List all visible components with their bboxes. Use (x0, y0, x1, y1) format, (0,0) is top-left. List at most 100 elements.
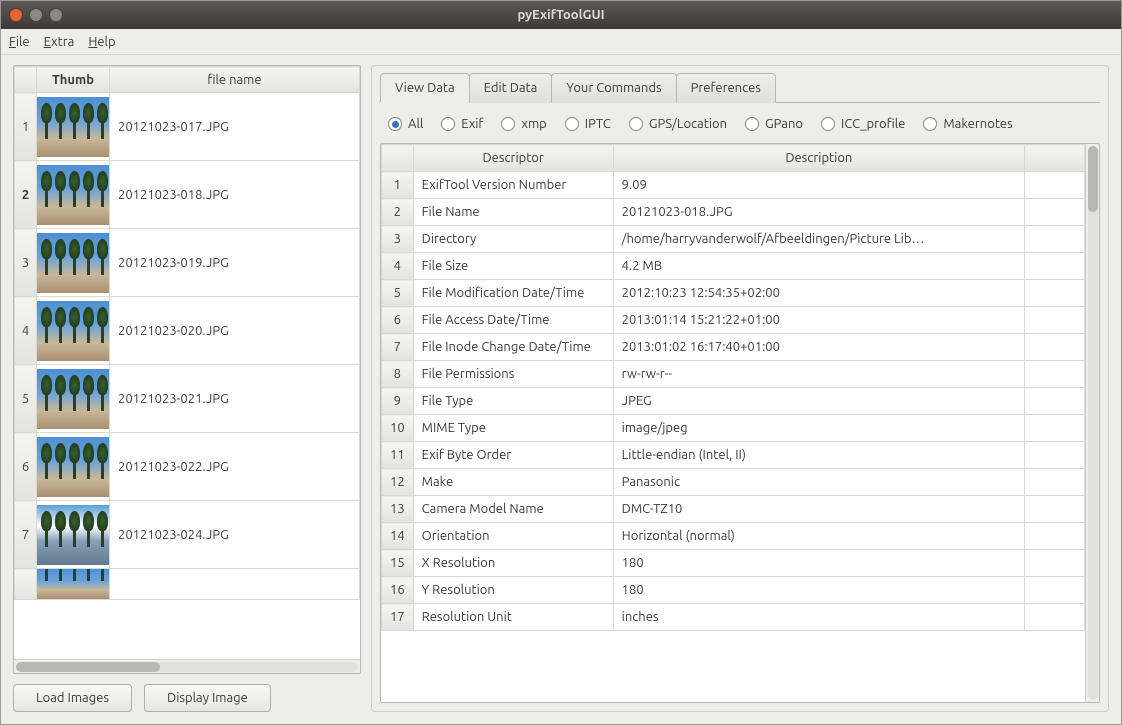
data-row-number: 13 (382, 496, 414, 523)
description-cell: 180 (613, 577, 1024, 604)
description-cell: Little-endian (Intel, II) (613, 442, 1024, 469)
data-row-number: 1 (382, 172, 414, 199)
data-row[interactable]: 7File Inode Change Date/Time2013:01:02 1… (382, 334, 1085, 361)
file-row[interactable]: 520121023-021.JPG (15, 365, 360, 433)
menu-file[interactable]: File (9, 35, 30, 49)
descriptor-cell: Make (413, 469, 613, 496)
descriptor-cell: Resolution Unit (413, 604, 613, 631)
tab-your-commands[interactable]: Your Commands (551, 73, 676, 103)
descriptor-cell: MIME Type (413, 415, 613, 442)
thumbnail-image (37, 97, 109, 157)
description-cell: 2013:01:02 16:17:40+01:00 (613, 334, 1024, 361)
titlebar: pyExifToolGUI (1, 1, 1121, 29)
data-row-number: 7 (382, 334, 414, 361)
file-header-filename[interactable]: file name (110, 67, 360, 93)
data-table-vscroll[interactable] (1085, 144, 1099, 702)
thumbnail-image (37, 369, 109, 429)
file-row[interactable] (15, 569, 360, 600)
data-row[interactable]: 11Exif Byte OrderLittle-endian (Intel, I… (382, 442, 1085, 469)
filter-makernotes[interactable]: Makernotes (923, 117, 1012, 131)
filter-exif[interactable]: Exif (441, 117, 483, 131)
data-row[interactable]: 17Resolution Unitinches (382, 604, 1085, 631)
radio-icon (388, 117, 402, 131)
tab-preferences[interactable]: Preferences (676, 73, 776, 103)
file-row-number: 3 (15, 229, 37, 297)
menu-extra[interactable]: Extra (44, 35, 75, 49)
filter-iptc[interactable]: IPTC (565, 117, 611, 131)
file-list-hscroll[interactable] (14, 659, 360, 673)
filter-icc-profile[interactable]: ICC_profile (821, 117, 905, 131)
file-row[interactable]: 120121023-017.JPG (15, 93, 360, 161)
file-list: Thumb file name 120121023-017.JPG2201210… (13, 65, 361, 674)
data-row[interactable]: 3Directory/home/harryvanderwolf/Afbeeldi… (382, 226, 1085, 253)
data-row[interactable]: 4File Size4.2 MB (382, 253, 1085, 280)
file-name-cell: 20121023-021.JPG (110, 365, 360, 433)
filter-label: GPano (765, 117, 803, 131)
radio-icon (821, 117, 835, 131)
filter-label: All (408, 117, 423, 131)
data-row[interactable]: 6File Access Date/Time2013:01:14 15:21:2… (382, 307, 1085, 334)
data-row-number: 12 (382, 469, 414, 496)
description-cell: DMC-TZ10 (613, 496, 1024, 523)
file-row[interactable]: 320121023-019.JPG (15, 229, 360, 297)
file-name-cell: 20121023-024.JPG (110, 501, 360, 569)
thumbnail-image (37, 165, 109, 225)
filter-radios: All Exif xmp IPTC GPS/Location GPano ICC_profi… (380, 113, 1100, 143)
descriptor-cell: File Name (413, 199, 613, 226)
data-row[interactable]: 16Y Resolution180 (382, 577, 1085, 604)
data-row[interactable]: 1ExifTool Version Number9.09 (382, 172, 1085, 199)
data-row-number: 2 (382, 199, 414, 226)
filter-xmp[interactable]: xmp (501, 117, 546, 131)
description-cell: /home/harryvanderwolf/Afbeeldingen/Pictu… (613, 226, 1024, 253)
thumbnail-image (37, 437, 109, 497)
data-row-number: 5 (382, 280, 414, 307)
tab-view-data[interactable]: View Data (380, 73, 470, 103)
data-row[interactable]: 8File Permissionsrw-rw-r-- (382, 361, 1085, 388)
filter-label: Exif (461, 117, 483, 131)
data-row-number: 16 (382, 577, 414, 604)
file-row[interactable]: 720121023-024.JPG (15, 501, 360, 569)
file-name-cell (110, 569, 360, 600)
data-header-spare (1025, 145, 1085, 172)
data-row[interactable]: 13Camera Model NameDMC-TZ10 (382, 496, 1085, 523)
data-row[interactable]: 12MakePanasonic (382, 469, 1085, 496)
descriptor-cell: Exif Byte Order (413, 442, 613, 469)
thumbnail-image (37, 569, 109, 599)
data-row-number: 14 (382, 523, 414, 550)
filter-gpano[interactable]: GPano (745, 117, 803, 131)
file-header-thumb[interactable]: Thumb (37, 67, 110, 93)
file-name-cell: 20121023-017.JPG (110, 93, 360, 161)
data-row[interactable]: 10MIME Typeimage/jpeg (382, 415, 1085, 442)
tab-edit-data[interactable]: Edit Data (469, 73, 553, 103)
file-row-number (15, 569, 37, 600)
data-header-description[interactable]: Description (613, 145, 1024, 172)
descriptor-cell: Directory (413, 226, 613, 253)
data-row-number: 4 (382, 253, 414, 280)
data-row[interactable]: 14OrientationHorizontal (normal) (382, 523, 1085, 550)
data-row[interactable]: 15X Resolution180 (382, 550, 1085, 577)
file-row[interactable]: 420121023-020.JPG (15, 297, 360, 365)
description-cell: 4.2 MB (613, 253, 1024, 280)
data-row[interactable]: 5File Modification Date/Time2012:10:23 1… (382, 280, 1085, 307)
data-header-descriptor[interactable]: Descriptor (413, 145, 613, 172)
right-pane: View DataEdit DataYour CommandsPreferenc… (371, 65, 1109, 712)
data-header-corner (382, 145, 414, 172)
data-row-number: 9 (382, 388, 414, 415)
file-row[interactable]: 220121023-018.JPG (15, 161, 360, 229)
descriptor-cell: File Inode Change Date/Time (413, 334, 613, 361)
load-images-button[interactable]: Load Images (13, 684, 132, 712)
data-row[interactable]: 9File TypeJPEG (382, 388, 1085, 415)
descriptor-cell: File Size (413, 253, 613, 280)
filter-gps-location[interactable]: GPS/Location (629, 117, 727, 131)
display-image-button[interactable]: Display Image (144, 684, 271, 712)
description-cell: 20121023-018.JPG (613, 199, 1024, 226)
content-area: Thumb file name 120121023-017.JPG2201210… (1, 55, 1121, 724)
filter-all[interactable]: All (388, 117, 423, 131)
description-cell: Panasonic (613, 469, 1024, 496)
file-row[interactable]: 620121023-022.JPG (15, 433, 360, 501)
radio-icon (441, 117, 455, 131)
data-row[interactable]: 2File Name20121023-018.JPG (382, 199, 1085, 226)
data-row-number: 6 (382, 307, 414, 334)
menu-help[interactable]: Help (88, 35, 115, 49)
descriptor-cell: X Resolution (413, 550, 613, 577)
